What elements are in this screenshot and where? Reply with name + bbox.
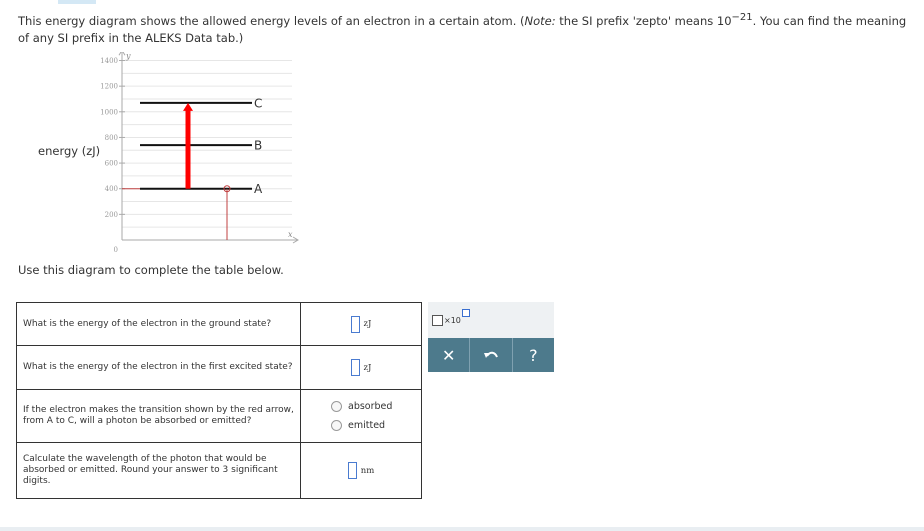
- tick-label: 800: [105, 134, 118, 142]
- table-row: What is the energy of the electron in th…: [16, 302, 422, 346]
- help-icon: ?: [529, 345, 538, 365]
- unit-label: zJ: [363, 362, 372, 373]
- bottom-divider: [0, 527, 924, 531]
- tick-label: 1000: [100, 108, 118, 116]
- tick-label: 1200: [100, 83, 118, 91]
- radio-label: emitted: [348, 420, 386, 431]
- top-tab[interactable]: [58, 0, 96, 4]
- instruction-text: Use this diagram to complete the table b…: [18, 263, 284, 277]
- answer-tools: ×10 ✕ ?: [428, 302, 554, 372]
- question-first-excited: What is the energy of the electron in th…: [16, 345, 301, 390]
- energy-level-label: C: [254, 96, 262, 110]
- radio-label: absorbed: [348, 401, 393, 412]
- question-ground-state: What is the energy of the electron in th…: [16, 302, 301, 346]
- energy-diagram: y x 0 200 400 600 800 1000 1200 1400 A B C: [96, 49, 306, 256]
- radio-emitted[interactable]: emitted: [331, 416, 421, 435]
- origin-label: 0: [114, 246, 118, 252]
- wavelength-input[interactable]: [347, 462, 357, 479]
- tool-palette: ×10: [428, 302, 554, 338]
- radio-absorbed[interactable]: absorbed: [331, 397, 421, 416]
- tick-label: 1400: [100, 57, 118, 65]
- energy-level-label: A: [254, 182, 263, 196]
- tick-label: 400: [105, 185, 118, 193]
- help-button[interactable]: ?: [513, 338, 554, 372]
- transition-arrow-head: [183, 102, 193, 111]
- radio-circle[interactable]: [331, 401, 342, 412]
- power-exponent: −21: [731, 12, 753, 23]
- scientific-notation-button[interactable]: ×10: [432, 309, 470, 327]
- tick-label: 600: [105, 160, 118, 168]
- table-row: What is the energy of the electron in th…: [16, 345, 422, 390]
- radio-circle[interactable]: [331, 420, 342, 431]
- question-absorbed-emitted: If the electron makes the transition sho…: [16, 389, 301, 443]
- undo-button[interactable]: [470, 338, 513, 372]
- unit-label: zJ: [363, 319, 372, 329]
- y-axis-symbol: y: [125, 52, 131, 60]
- tool-buttons: ✕ ?: [428, 338, 554, 372]
- transition-arrow-shaft: [185, 109, 191, 189]
- answer-table: What is the energy of the electron in th…: [16, 302, 422, 499]
- x-axis-symbol: x: [288, 230, 293, 239]
- mantissa-box-icon: [432, 315, 443, 326]
- undo-icon: [483, 351, 498, 358]
- question-wavelength: Calculate the wavelength of the photon t…: [16, 442, 301, 499]
- energy-level-label: B: [254, 139, 262, 153]
- table-row: If the electron makes the transition sho…: [16, 389, 422, 443]
- problem-intro: This energy diagram shows the allowed en…: [18, 12, 907, 45]
- times-ten-label: ×10: [444, 316, 461, 325]
- clear-button[interactable]: ✕: [428, 338, 471, 372]
- ground-state-energy-input[interactable]: [350, 315, 360, 333]
- first-excited-energy-input[interactable]: [350, 359, 360, 376]
- top-bar: [0, 0, 924, 4]
- close-icon: ✕: [441, 345, 456, 365]
- y-axis-title: energy (zJ): [38, 144, 101, 158]
- tick-label: 200: [105, 211, 118, 219]
- energy-diagram-svg: y x 0 200 400 600 800 1000 1200 1400 A B C: [100, 49, 299, 254]
- exponent-box-icon: [461, 309, 470, 317]
- unit-label: nm: [360, 465, 375, 476]
- power-base: 10: [716, 13, 732, 28]
- table-row: Calculate the wavelength of the photon t…: [16, 442, 422, 499]
